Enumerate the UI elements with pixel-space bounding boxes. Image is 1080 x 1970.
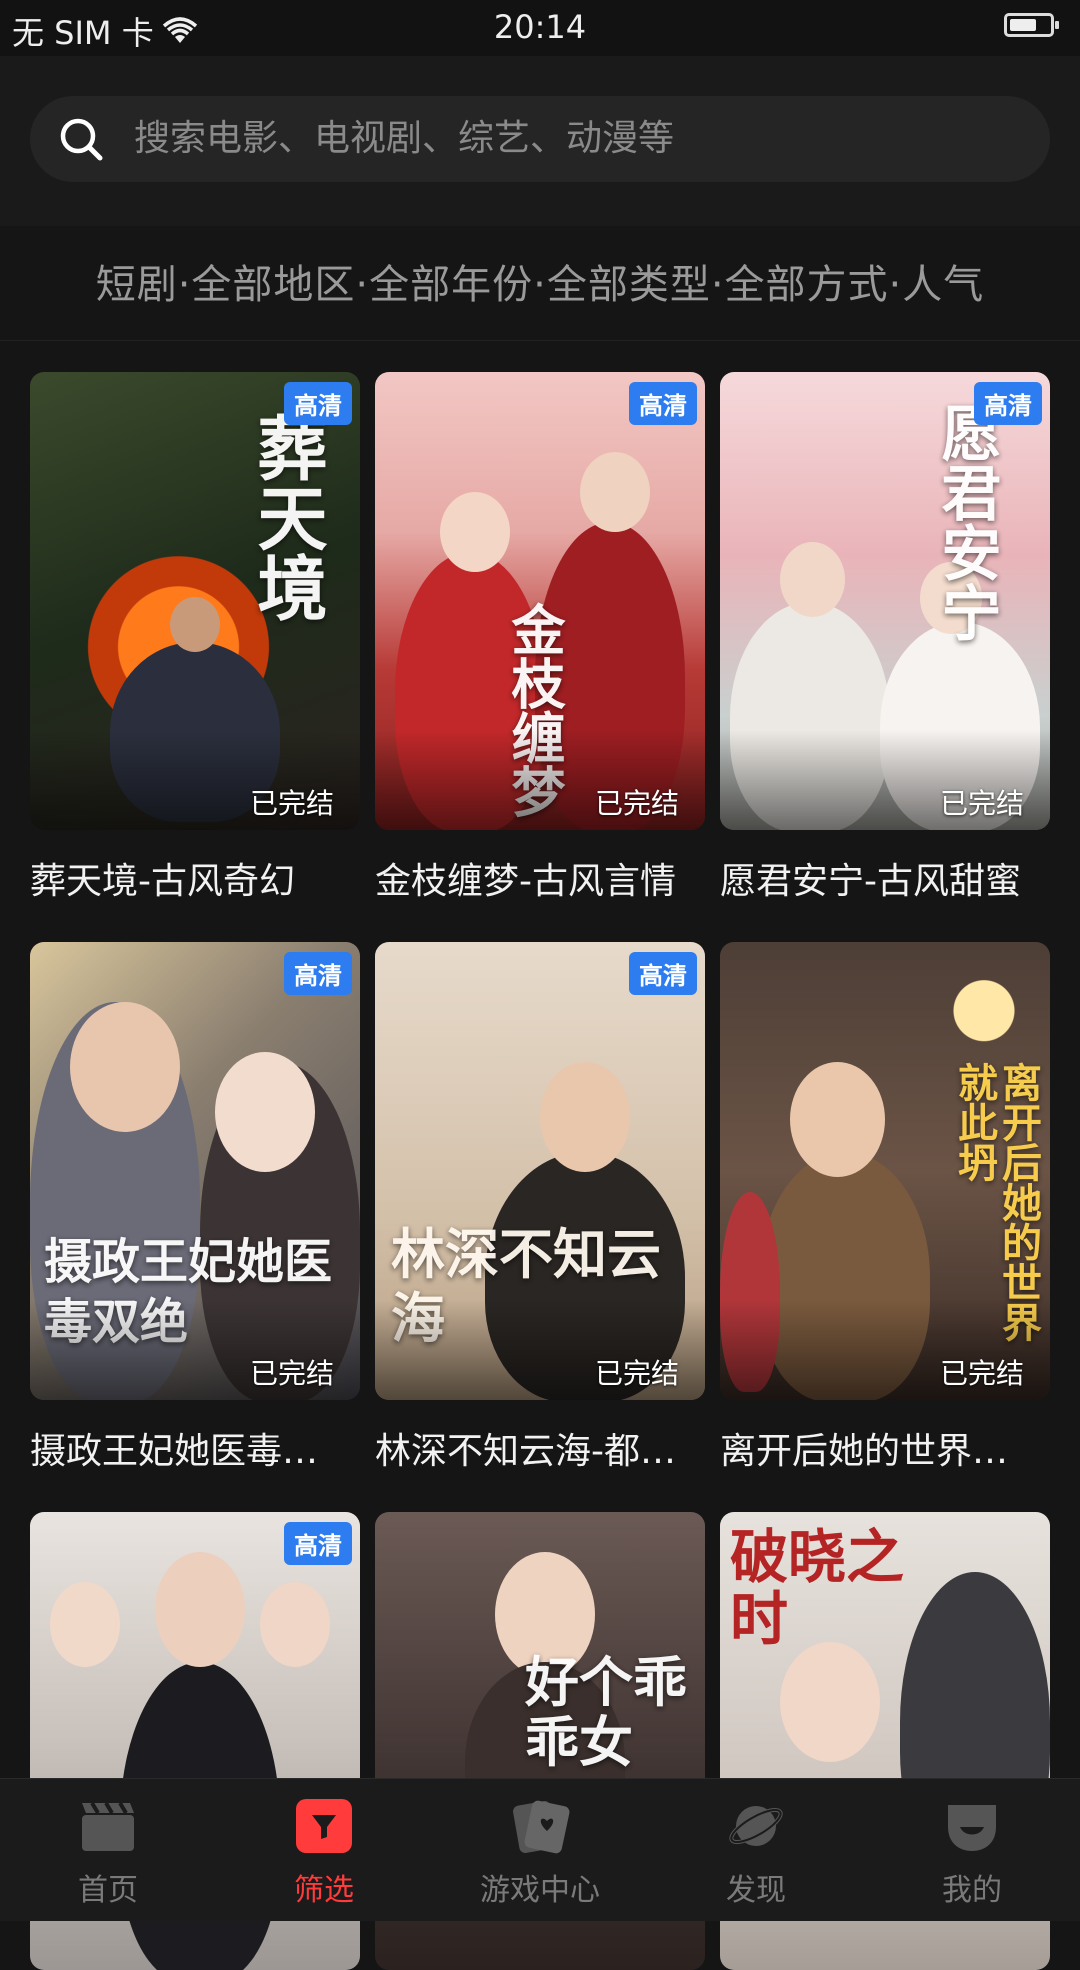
poster-image: 摄政王妃她医毒双绝 高清 已完结 bbox=[30, 942, 360, 1400]
poster-image: 愿君安宁 高清 已完结 bbox=[720, 372, 1050, 830]
poster-image: 金枝缠梦 高清 已完结 bbox=[375, 372, 705, 830]
nav-home[interactable]: 首页 bbox=[0, 1779, 216, 1921]
search-input[interactable]: 搜索电影、电视剧、综艺、动漫等 bbox=[30, 96, 1050, 182]
hd-badge: 高清 bbox=[629, 382, 697, 425]
poster-image: 林深不知云海 高清 已完结 bbox=[375, 942, 705, 1400]
drama-title: 金枝缠梦-古风言情 bbox=[375, 861, 676, 902]
hd-badge: 高清 bbox=[629, 952, 697, 995]
poster-image: 离开后她的世界就此坍 已完结 bbox=[720, 942, 1050, 1400]
completed-status: 已完结 bbox=[939, 1357, 1024, 1390]
header: 搜索电影、电视剧、综艺、动漫等 bbox=[0, 56, 1080, 226]
nav-label: 发现 bbox=[726, 1873, 786, 1908]
nav-label: 筛选 bbox=[294, 1873, 354, 1908]
cards-icon bbox=[513, 1800, 570, 1854]
hd-badge: 高清 bbox=[284, 952, 352, 995]
drama-title: 摄政王妃她医毒… bbox=[30, 1431, 319, 1472]
status-bar: 无 SIM 卡 20:14 bbox=[0, 0, 1080, 56]
drama-title: 离开后她的世界… bbox=[720, 1431, 1009, 1472]
search-placeholder: 搜索电影、电视剧、综艺、动漫等 bbox=[134, 118, 675, 159]
clapperboard-icon bbox=[82, 1801, 134, 1851]
completed-status: 已完结 bbox=[249, 787, 334, 820]
drama-title: 愿君安宁-古风甜蜜 bbox=[720, 861, 1021, 902]
completed-status: 已完结 bbox=[594, 1357, 679, 1390]
poster-title-art: 葬天境 bbox=[246, 412, 329, 622]
face-icon bbox=[948, 1805, 996, 1851]
filter-icon bbox=[296, 1799, 352, 1853]
nav-game-center[interactable]: 游戏中心 bbox=[432, 1779, 648, 1921]
poster-title-art: 愿君安宁 bbox=[931, 402, 1001, 642]
completed-status: 已完结 bbox=[594, 787, 679, 820]
battery-icon bbox=[1004, 13, 1059, 37]
nav-filter[interactable]: 筛选 bbox=[216, 1779, 432, 1921]
hd-badge: 高清 bbox=[284, 382, 352, 425]
hd-badge: 高清 bbox=[974, 382, 1042, 425]
hd-badge: 高清 bbox=[284, 1522, 352, 1565]
completed-status: 已完结 bbox=[249, 1357, 334, 1390]
drama-title: 林深不知云海-都… bbox=[375, 1431, 676, 1472]
nav-label: 我的 bbox=[942, 1873, 1002, 1908]
nav-label: 游戏中心 bbox=[480, 1873, 600, 1908]
poster-image: 葬天境 高清 已完结 bbox=[30, 372, 360, 830]
poster-title-art: 破晓之时 bbox=[730, 1523, 905, 1653]
clock: 20:14 bbox=[493, 8, 587, 46]
completed-status: 已完结 bbox=[939, 787, 1024, 820]
search-icon bbox=[60, 118, 103, 161]
nav-profile[interactable]: 我的 bbox=[864, 1779, 1080, 1921]
bottom-navigation: 首页 筛选 游戏中心 发现 我的 bbox=[0, 1778, 1080, 1921]
planet-icon bbox=[729, 1806, 783, 1846]
nav-discover[interactable]: 发现 bbox=[648, 1779, 864, 1921]
filter-summary[interactable]: 短剧·全部地区·全部年份·全部类型·全部方式·人气 bbox=[0, 230, 1080, 341]
drama-title: 葬天境-古风奇幻 bbox=[30, 861, 295, 902]
nav-label: 首页 bbox=[78, 1873, 138, 1908]
